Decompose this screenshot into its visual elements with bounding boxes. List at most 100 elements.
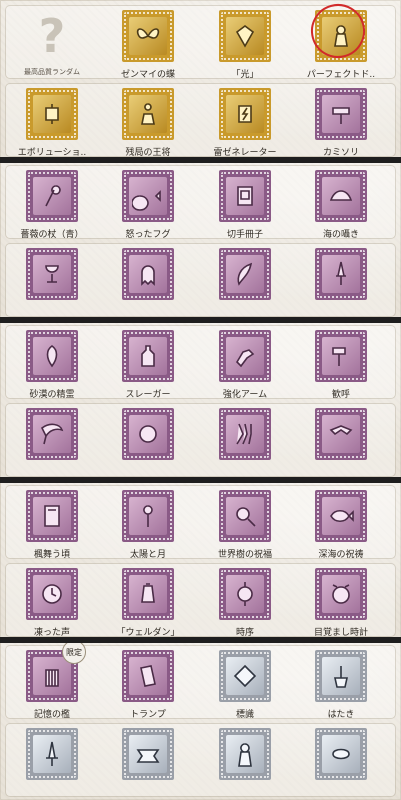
- duster-icon: [315, 650, 367, 702]
- bottle-icon: [122, 330, 174, 382]
- collection-item[interactable]: [100, 728, 196, 785]
- collection-item[interactable]: 楓舞う頃: [4, 490, 100, 560]
- item-stamp: [219, 10, 271, 62]
- item-stamp: [26, 330, 78, 382]
- collection-item[interactable]: 雷ゼネレーター: [197, 88, 293, 158]
- collection-panel-5: 限定 記憶の檻トランプ 標識はたき: [0, 640, 401, 800]
- collection-item[interactable]: [197, 728, 293, 785]
- item-label: パーフェクトド..: [306, 70, 376, 80]
- item-label: 太陽と月: [129, 550, 166, 560]
- cards-icon: [122, 650, 174, 702]
- collection-item[interactable]: トランプ: [100, 650, 196, 720]
- item-collection-screen: ? 最高品質ランダム ゼンマイの蝶 「光」 パーフェクトド.. エボリューショ.. 残局の王…: [0, 0, 401, 800]
- clock-icon: [26, 568, 78, 620]
- item-stamp: [219, 170, 271, 222]
- collection-item[interactable]: 怒ったフグ: [100, 170, 196, 240]
- collection-item[interactable]: 目覚まし時計: [293, 568, 389, 638]
- collection-item[interactable]: 「ウェルダン」: [100, 568, 196, 638]
- lemon-icon: [315, 728, 367, 780]
- collection-item[interactable]: 歓呼: [293, 330, 389, 400]
- pufferfish-icon: [122, 170, 174, 222]
- panel-separator: [0, 477, 401, 483]
- collection-item[interactable]: 「光」: [197, 10, 293, 80]
- item-stamp: [26, 490, 78, 542]
- item-stamp: [304, 0, 372, 65]
- collection-item[interactable]: はたき: [293, 650, 389, 720]
- limited-badge: 限定: [62, 640, 86, 664]
- collection-item[interactable]: [293, 408, 389, 465]
- collection-item[interactable]: パーフェクトド..: [293, 0, 389, 80]
- collection-item[interactable]: [4, 728, 100, 785]
- item-stamp: [122, 170, 174, 222]
- dagger-icon: [315, 248, 367, 300]
- collection-item[interactable]: ? 最高品質ランダム: [4, 9, 100, 77]
- alarm-icon: [315, 568, 367, 620]
- panel-separator: [0, 317, 401, 323]
- collection-item[interactable]: 凍った声: [4, 568, 100, 638]
- item-stamp: [122, 490, 174, 542]
- shell-icon: [315, 170, 367, 222]
- collection-item[interactable]: [100, 408, 196, 465]
- collection-item[interactable]: 世界樹の祝福: [197, 490, 293, 560]
- collection-item[interactable]: 太陽と月: [100, 490, 196, 560]
- collection-item[interactable]: カミソリ: [293, 88, 389, 158]
- figure-icon: [219, 728, 271, 780]
- item-label: 歓呼: [331, 390, 350, 400]
- item-stamp: [26, 728, 78, 780]
- watch-icon: [219, 568, 271, 620]
- collection-item[interactable]: 薔薇の杖（青）: [4, 170, 100, 240]
- item-stamp: [315, 490, 367, 542]
- collection-item[interactable]: [197, 248, 293, 305]
- item-stamp: [219, 490, 271, 542]
- collection-item[interactable]: エボリューショ..: [4, 88, 100, 158]
- collection-item[interactable]: 海の囁き: [293, 170, 389, 240]
- gem-icon: [219, 10, 271, 62]
- collection-item[interactable]: 残局の王将: [100, 88, 196, 158]
- item-label: はたき: [327, 710, 355, 720]
- item-label: ゼンマイの蝶: [120, 70, 175, 80]
- quill-icon: [219, 248, 271, 300]
- collection-item[interactable]: ゼンマイの蝶: [100, 10, 196, 80]
- collection-item[interactable]: [4, 408, 100, 465]
- collection-item[interactable]: 強化アーム: [197, 330, 293, 400]
- item-label: 強化アーム: [222, 390, 268, 400]
- collection-item[interactable]: 切手冊子: [197, 170, 293, 240]
- collection-item[interactable]: 時序: [197, 568, 293, 638]
- mechanism-icon: [26, 88, 78, 140]
- item-stamp: [219, 330, 271, 382]
- item-label: トランプ: [130, 710, 166, 720]
- item-stamp: [219, 408, 271, 460]
- collection-item[interactable]: [293, 248, 389, 305]
- collection-item[interactable]: 深海の祝祷: [293, 490, 389, 560]
- item-stamp: [219, 88, 271, 140]
- collection-item[interactable]: 砂漠の精霊: [4, 330, 100, 400]
- collection-panel-2: 薔薇の杖（青） 怒ったフグ 切手冊子 海の囁き: [0, 160, 401, 320]
- collection-item[interactable]: 標識: [197, 650, 293, 720]
- item-label: 怒ったフグ: [125, 230, 171, 240]
- item-stamp: [315, 568, 367, 620]
- item-label: 最高品質ランダム: [24, 68, 80, 76]
- orb-icon: [122, 408, 174, 460]
- item-label: 楓舞う頃: [33, 550, 70, 560]
- item-stamp: [122, 568, 174, 620]
- collection-item[interactable]: [100, 248, 196, 305]
- panel-separator: [0, 637, 401, 643]
- item-stamp: [122, 248, 174, 300]
- item-stamp: [122, 330, 174, 382]
- collection-item[interactable]: [293, 728, 389, 785]
- collection-item[interactable]: スレーガー: [100, 330, 196, 400]
- item-label: 薔薇の杖（青）: [20, 230, 84, 240]
- scythe-icon: [26, 408, 78, 460]
- collection-item[interactable]: [4, 248, 100, 305]
- item-stamp: [315, 88, 367, 140]
- collection-panel-3: 砂漠の精霊 スレーガー 強化アーム 歓呼: [0, 320, 401, 480]
- arm-icon: [219, 330, 271, 382]
- rose-staff-icon: [26, 170, 78, 222]
- item-stamp: [315, 728, 367, 780]
- item-stamp: [219, 568, 271, 620]
- item-stamp: [26, 170, 78, 222]
- collection-item[interactable]: 限定 記憶の檻: [4, 640, 100, 720]
- item-stamp: [122, 408, 174, 460]
- collection-item[interactable]: [197, 408, 293, 465]
- item-label: 「光」: [231, 70, 259, 80]
